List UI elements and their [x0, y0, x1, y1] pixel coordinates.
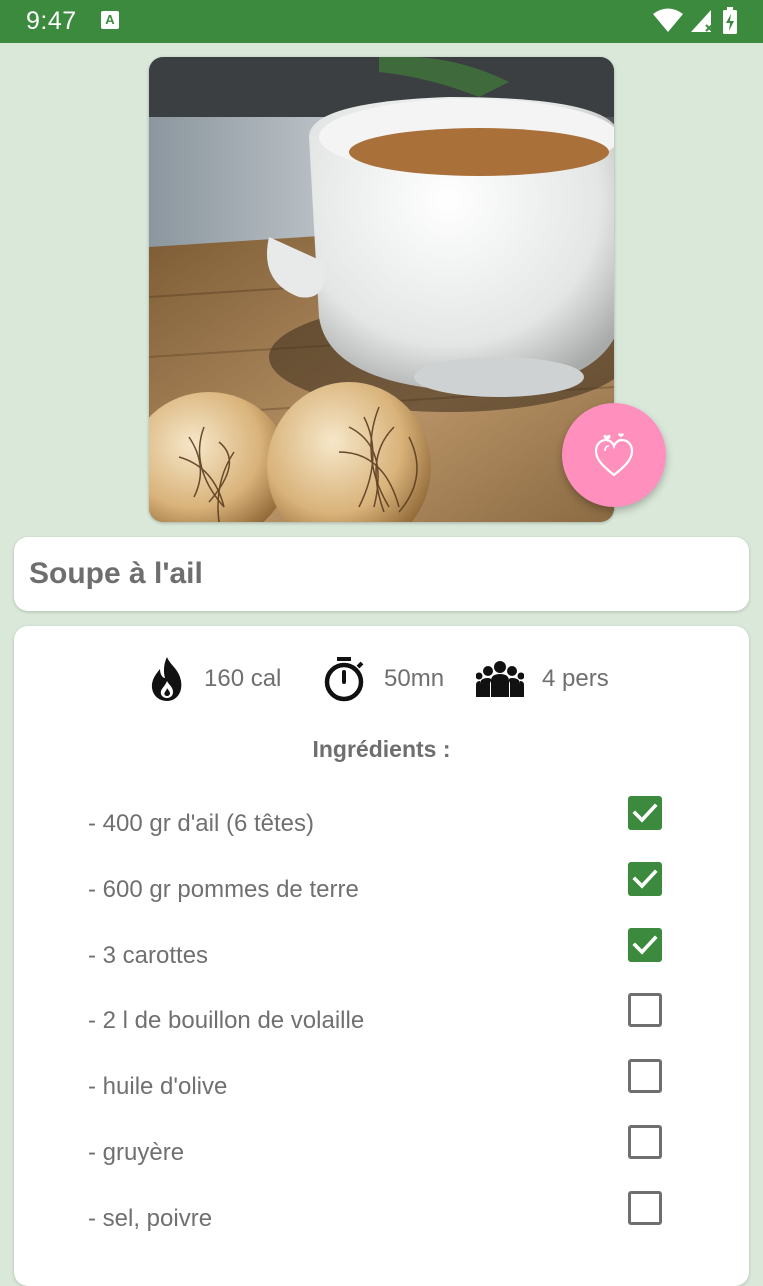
- servings-stat: 4 pers: [476, 654, 609, 704]
- duration-value: 50mn: [384, 665, 445, 692]
- status-time: 9:47: [26, 7, 77, 35]
- ingredient-row: - 400 gr d'ail (6 têtes): [14, 792, 749, 858]
- battery-charging-icon: [723, 7, 737, 34]
- garlic-soup-photo: [149, 57, 614, 522]
- ingredient-row: - sel, poivre: [14, 1187, 749, 1253]
- ingredient-checkbox[interactable]: [628, 1125, 662, 1159]
- flame-icon: [151, 657, 182, 701]
- ingredient-label: - huile d'olive: [88, 1073, 228, 1101]
- heart-icon: [594, 433, 634, 477]
- ingredient-label: - 400 gr d'ail (6 têtes): [88, 810, 315, 837]
- ingredient-checkbox[interactable]: [628, 1059, 662, 1094]
- ingredient-checkbox-checked[interactable]: [628, 861, 662, 896]
- ingredient-row: - 3 carottes: [14, 924, 749, 990]
- cell-signal-icon: [690, 10, 713, 32]
- ingredient-row: - huile d'olive: [14, 1055, 749, 1121]
- calories-value: 160 cal: [204, 665, 282, 692]
- ingredient-label: - sel, poivre: [88, 1204, 213, 1232]
- servings-value: 4 pers: [542, 665, 609, 692]
- calories-stat: 160 cal: [148, 654, 281, 704]
- ingredients-card: 160 cal 50mn 4 pers Ingrédients : - 400 …: [14, 626, 749, 1286]
- recipe-title: Soupe à l'ail: [29, 557, 203, 590]
- wifi-icon: [653, 8, 684, 32]
- ingredients-heading: Ingrédients :: [312, 736, 451, 762]
- ingredient-checkbox[interactable]: [628, 993, 662, 1028]
- ingredient-row: - 2 l de bouillon de volaille: [14, 989, 749, 1055]
- ingredient-label: - 2 l de bouillon de volaille: [88, 1007, 365, 1035]
- recipe-photo: [149, 57, 614, 522]
- stopwatch-icon: [324, 657, 364, 702]
- duration-stat: 50mn: [322, 654, 444, 704]
- title-card: Soupe à l'ail: [14, 537, 749, 611]
- status-bar: 9:47 A: [0, 0, 763, 43]
- people-group-icon: [476, 661, 524, 697]
- ingredient-checkbox[interactable]: [628, 1190, 662, 1225]
- checkmark-icon: [632, 869, 658, 889]
- status-icons: [652, 6, 741, 36]
- checkmark-icon: [632, 803, 658, 823]
- ingredient-checkbox-checked[interactable]: [628, 796, 662, 830]
- ingredient-label: - 600 gr pommes de terre: [88, 875, 359, 903]
- ingredient-row: - 600 gr pommes de terre: [14, 858, 749, 924]
- notification-a-icon: A: [101, 11, 119, 29]
- ingredient-label: - 3 carottes: [88, 941, 209, 969]
- checkmark-icon: [632, 935, 658, 955]
- ingredient-row: - gruyère: [14, 1121, 749, 1187]
- ingredient-checkbox-checked[interactable]: [628, 927, 662, 962]
- ingredient-label: - gruyère: [88, 1139, 185, 1166]
- favorite-button[interactable]: [562, 403, 666, 507]
